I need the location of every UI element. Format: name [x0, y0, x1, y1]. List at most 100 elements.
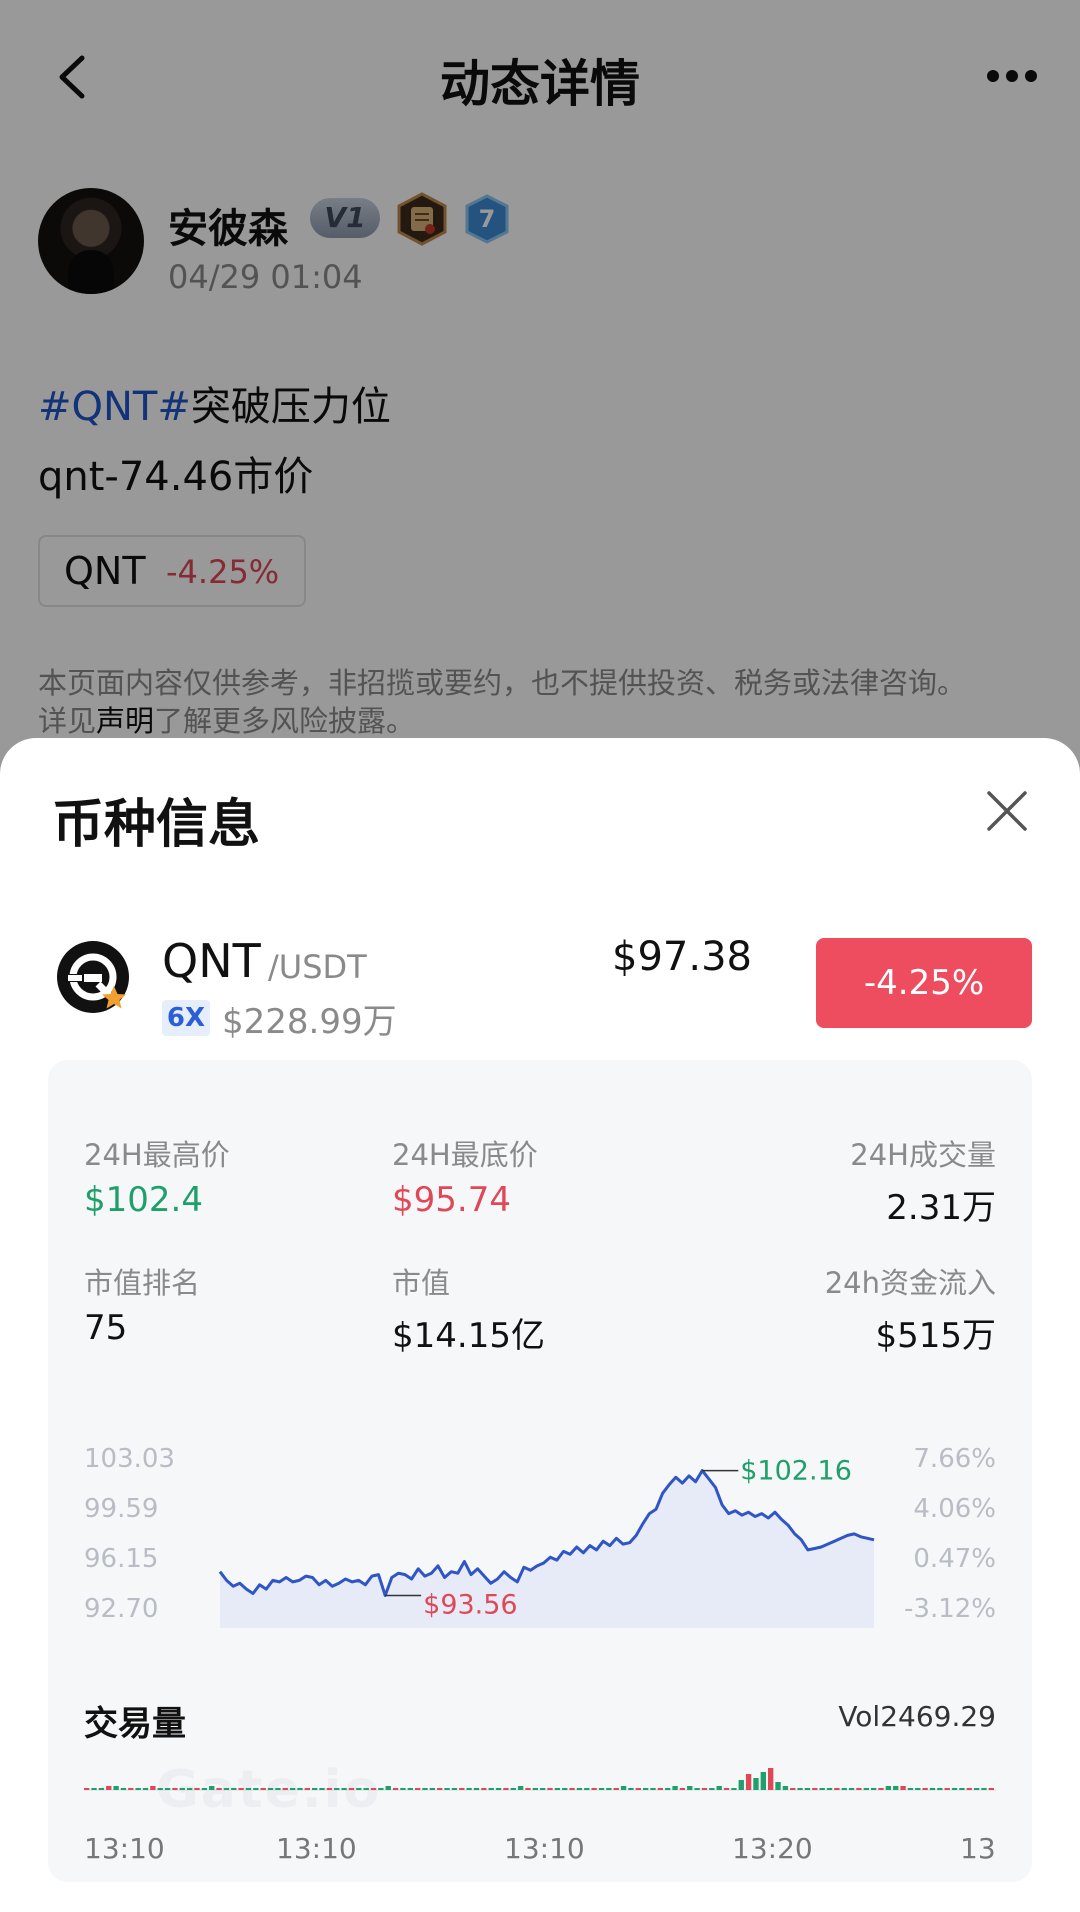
volume-bar — [400, 1788, 406, 1790]
volume-bar — [363, 1788, 369, 1790]
volume-bar — [238, 1788, 244, 1790]
coin-symbol: QNT — [162, 934, 261, 988]
time-label: 13:10 — [84, 1832, 165, 1865]
volume-bar — [562, 1788, 568, 1790]
volume-bar — [790, 1788, 796, 1790]
volume-bar — [532, 1788, 538, 1790]
y-axis-tick-right: 7.66% — [913, 1444, 996, 1474]
volume-bar — [128, 1788, 134, 1790]
y-axis-tick-left: 92.70 — [84, 1594, 158, 1624]
volume-bar — [679, 1788, 686, 1790]
volume-bar — [503, 1788, 509, 1790]
leverage-badge: 6X — [162, 1000, 210, 1036]
volume-bar — [356, 1788, 362, 1790]
volume-bar — [951, 1788, 958, 1790]
volume-bar — [768, 1768, 774, 1790]
volume-bar — [444, 1788, 450, 1790]
volume-bar — [437, 1788, 443, 1790]
volume-section-title: 交易量 — [84, 1704, 186, 1744]
volume-bar — [635, 1788, 641, 1790]
volume-bar — [547, 1788, 553, 1790]
volume-bar — [944, 1788, 950, 1790]
time-label: 13:10 — [504, 1832, 585, 1865]
volume-bar — [606, 1788, 612, 1790]
volume-bar — [841, 1788, 847, 1790]
volume-bar — [819, 1788, 825, 1790]
volume-bar — [194, 1788, 200, 1790]
volume-bar — [782, 1786, 789, 1790]
y-axis-tick-right: -3.12% — [904, 1594, 996, 1624]
volume-bar — [135, 1788, 141, 1790]
volume-bar — [642, 1788, 649, 1790]
volume-bar — [84, 1788, 90, 1790]
volume-bar — [473, 1788, 480, 1790]
volume-bar — [91, 1788, 97, 1790]
volume-bar — [319, 1788, 325, 1790]
volume-bar — [731, 1788, 737, 1790]
volume-bar — [900, 1786, 906, 1790]
volume-bar — [150, 1786, 156, 1790]
volume-bar — [893, 1786, 899, 1790]
volume-bar — [745, 1774, 752, 1790]
coin-info-sheet: 币种信息 QNT /USDT 6X $228.99万 $97.38 -4.25%… — [0, 738, 1080, 1912]
volume-bar — [495, 1788, 502, 1790]
volume-bar — [282, 1788, 288, 1790]
coin-turnover: $228.99万 — [222, 1002, 397, 1042]
volume-bar — [878, 1788, 884, 1790]
volume-bar — [326, 1788, 333, 1790]
volume-bar — [142, 1788, 149, 1790]
volume-bar — [907, 1788, 914, 1790]
volume-bar — [988, 1788, 994, 1790]
close-icon[interactable] — [986, 790, 1028, 832]
qnt-logo-icon — [57, 941, 129, 1013]
volume-bar — [422, 1788, 428, 1790]
volume-bar — [870, 1788, 877, 1790]
volume-bar — [231, 1788, 237, 1790]
price-change-badge[interactable]: -4.25% — [816, 938, 1032, 1028]
volume-bar — [451, 1788, 458, 1790]
volume-bar — [672, 1786, 678, 1790]
volume-bar — [260, 1788, 266, 1790]
volume-bar — [863, 1788, 869, 1790]
volume-bar — [466, 1788, 472, 1790]
volume-bar — [966, 1788, 972, 1790]
price-chart: 103.03 99.59 96.15 92.70 7.66% 4.06% 0.47% -3.1… — [84, 1444, 996, 1791]
time-label: 13:10 — [276, 1832, 357, 1865]
volume-bar — [598, 1788, 605, 1790]
volume-bar — [120, 1788, 127, 1790]
y-axis-tick-left: 99.59 — [84, 1494, 158, 1524]
volume-bar — [312, 1788, 318, 1790]
peak-price-label: $102.16 — [740, 1456, 852, 1487]
volume-bar — [297, 1788, 303, 1790]
volume-bar — [569, 1788, 575, 1790]
volume-bar — [657, 1788, 664, 1790]
volume-bar — [289, 1788, 296, 1790]
volume-bar — [481, 1788, 487, 1790]
volume-bar — [392, 1788, 399, 1790]
time-label: 13: — [960, 1832, 996, 1865]
y-axis-tick-right: 4.06% — [913, 1494, 996, 1524]
volume-bar — [414, 1788, 421, 1790]
volume-bar — [157, 1788, 163, 1790]
volume-bar — [650, 1788, 656, 1790]
volume-bar — [98, 1788, 105, 1790]
coin-quote-currency: /USDT — [268, 948, 367, 986]
volume-bar — [915, 1788, 921, 1790]
sheet-title: 币种信息 — [52, 795, 261, 855]
volume-bar — [628, 1788, 634, 1790]
market-stats-card: 24H最高价 $102.4 24H最底价 $95.74 24H成交量 2.31万… — [48, 1060, 1032, 1882]
y-axis-tick-left: 103.03 — [84, 1444, 175, 1474]
volume-bar — [245, 1788, 252, 1790]
volume-bar — [848, 1788, 855, 1790]
volume-bar — [738, 1780, 744, 1790]
volume-bar — [804, 1788, 811, 1790]
volume-bar — [620, 1786, 627, 1790]
volume-bar — [775, 1782, 781, 1790]
volume-bar — [201, 1788, 208, 1790]
volume-bar — [591, 1788, 597, 1790]
coin-price: $97.38 — [612, 934, 752, 980]
volume-bar — [694, 1788, 700, 1790]
volume-bar — [937, 1788, 943, 1790]
volume-bar — [826, 1788, 833, 1790]
volume-bar — [834, 1788, 840, 1790]
